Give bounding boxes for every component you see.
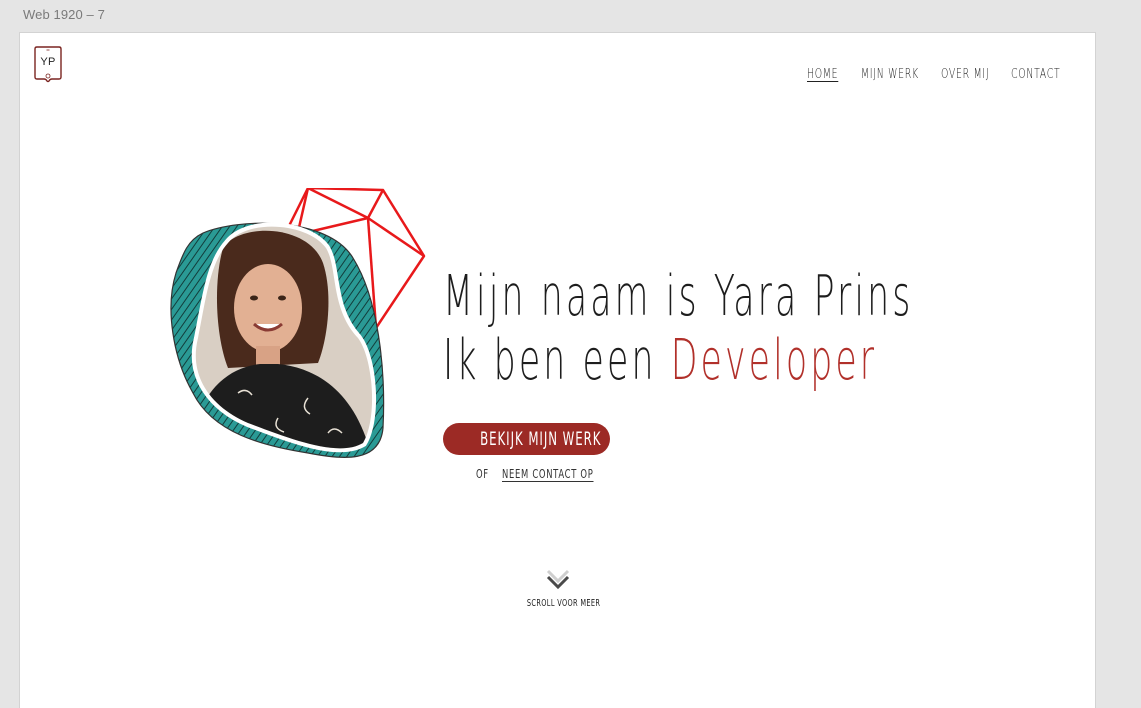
- logo-text: YP: [40, 56, 56, 68]
- scroll-indicator[interactable]: SCROLL VOOR MEER: [508, 563, 608, 610]
- secondary-cta-row: OF NEEM CONTACT OP: [476, 467, 633, 481]
- hero-headline: Mijn naam is Yara Prins Ik ben een Devel…: [443, 265, 1083, 393]
- headline-line-2: Ik ben een Developer: [443, 328, 874, 393]
- nav-item-contact[interactable]: CONTACT: [1011, 67, 1060, 82]
- site-logo[interactable]: YP: [33, 45, 63, 83]
- headline-accent-role: Developer: [670, 328, 878, 393]
- chevron-down-icon: [546, 569, 570, 590]
- nav-item-over-mij[interactable]: OVER MIJ: [941, 67, 989, 82]
- view-work-button-label: BEKIJK MIJN WERK: [480, 428, 602, 450]
- nav-item-home[interactable]: HOME: [807, 67, 838, 82]
- nav-item-mijn-werk[interactable]: MIJN WERK: [861, 67, 918, 82]
- headline-line-1: Mijn naam is Yara Prins: [443, 264, 914, 329]
- design-canvas: Web 1920 – 7 YP HOME MIJN WERK OVER MIJ …: [0, 0, 1141, 708]
- or-separator: OF: [476, 467, 489, 481]
- artboard-web-1920-7: YP HOME MIJN WERK OVER MIJ CONTACT Mijn …: [19, 32, 1096, 708]
- hero-artwork: [168, 186, 428, 463]
- scroll-label: SCROLL VOOR MEER: [526, 598, 601, 609]
- headline-prefix: Ik ben een: [443, 328, 671, 393]
- main-nav: HOME MIJN WERK OVER MIJ CONTACT: [807, 67, 1065, 82]
- view-work-button[interactable]: BEKIJK MIJN WERK: [443, 423, 610, 455]
- hero-illustration: [170, 186, 426, 459]
- contact-link[interactable]: NEEM CONTACT OP: [502, 467, 594, 481]
- artboard-label: Web 1920 – 7: [23, 7, 105, 22]
